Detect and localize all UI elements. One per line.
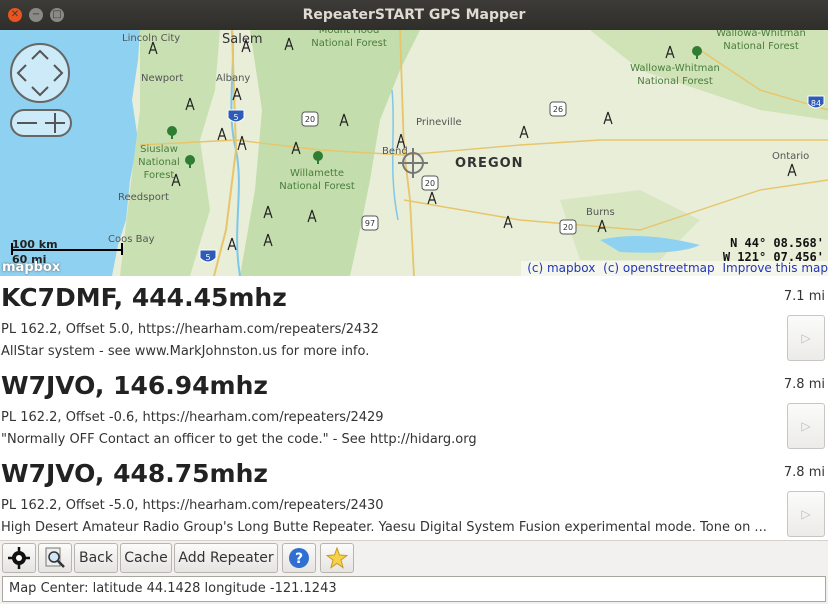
repeater-tower-icon xyxy=(227,237,237,251)
repeater-tower-icon xyxy=(396,133,406,149)
back-button[interactable]: Back xyxy=(74,543,118,573)
highway-shield: 20 xyxy=(301,111,319,127)
cache-button[interactable]: Cache xyxy=(120,543,172,573)
play-icon: ▷ xyxy=(801,507,811,521)
highway-shield: 84 xyxy=(807,95,825,109)
repeater-tower-icon xyxy=(339,113,349,127)
scale-tick xyxy=(121,243,123,255)
highway-shield-label: 5 xyxy=(205,253,210,262)
repeater-tower-icon xyxy=(171,173,181,187)
svg-text:?: ? xyxy=(295,551,303,567)
repeater-distance: 7.8 mi xyxy=(783,465,825,480)
repeater-description: AllStar system - see www.MarkJohnston.us… xyxy=(1,344,370,359)
forest-tree-icon xyxy=(692,46,702,59)
zoom-in-button[interactable] xyxy=(41,111,70,135)
repeater-info: PL 162.2, Offset 5.0, https://hearham.co… xyxy=(1,322,379,337)
repeater-distance: 7.8 mi xyxy=(783,377,825,392)
star-icon xyxy=(326,547,348,569)
repeater-tower-icon xyxy=(241,39,251,53)
repeater-tower-icon xyxy=(232,87,242,101)
repeater-title: W7JVO, 146.94mhz xyxy=(1,371,268,400)
repeater-distance: 7.1 mi xyxy=(783,289,825,304)
mapbox-attribution-link[interactable]: (c) mapbox xyxy=(527,261,595,275)
help-icon: ? xyxy=(289,548,309,568)
highway-shield: 20 xyxy=(559,219,577,235)
forest-tree-icon xyxy=(185,155,195,168)
highway-shield: 5 xyxy=(227,109,245,123)
window-title: RepeaterSTART GPS Mapper xyxy=(302,7,526,23)
repeater-tower-icon xyxy=(519,125,529,139)
play-icon: ▷ xyxy=(801,331,811,345)
repeater-info: PL 162.2, Offset -0.6, https://hearham.c… xyxy=(1,410,384,425)
forest-tree-icon xyxy=(167,126,177,139)
repeater-tower-icon xyxy=(217,127,227,141)
window-titlebar: ✕ − □ RepeaterSTART GPS Mapper xyxy=(0,0,828,30)
crosshair-target-icon xyxy=(8,547,30,569)
map-view[interactable]: Lincoln City Salem Newport Albany Siusla… xyxy=(0,30,828,276)
highway-shield-label: 97 xyxy=(365,219,375,228)
repeater-tower-icon xyxy=(603,111,613,125)
repeater-tower-icon xyxy=(148,41,158,55)
favorite-button[interactable] xyxy=(320,543,354,573)
repeater-tower-icon xyxy=(263,233,273,247)
highway-shield-label: 20 xyxy=(305,115,315,124)
repeater-tower-icon xyxy=(787,163,797,177)
repeater-list[interactable]: KC7DMF, 444.45mhz 7.1 mi PL 162.2, Offse… xyxy=(0,276,828,540)
repeater-title: W7JVO, 448.75mhz xyxy=(1,459,268,488)
map-zoom-control xyxy=(10,109,72,137)
gps-locate-button[interactable] xyxy=(2,543,36,573)
repeater-tower-icon xyxy=(263,205,273,219)
repeater-tower-icon xyxy=(597,219,607,233)
repeater-tower-icon xyxy=(427,191,437,205)
highway-shield-label: 20 xyxy=(563,223,573,232)
plus-icon xyxy=(45,113,65,133)
improve-map-link[interactable]: Improve this map xyxy=(722,261,828,275)
repeater-item[interactable]: W7JVO, 448.75mhz 7.8 mi PL 162.2, Offset… xyxy=(0,452,828,540)
map-attribution: (c) mapbox (c) openstreetmap Improve thi… xyxy=(521,261,828,276)
repeater-tower-icon xyxy=(237,135,247,151)
play-button[interactable]: ▷ xyxy=(787,403,825,449)
map-latitude: N 44° 08.568' xyxy=(730,236,824,250)
play-icon: ▷ xyxy=(801,419,811,433)
map-pan-control[interactable] xyxy=(10,43,70,103)
add-repeater-button[interactable]: Add Repeater xyxy=(174,543,278,573)
osm-attribution-link[interactable]: (c) openstreetmap xyxy=(603,261,714,275)
highway-shield: 97 xyxy=(361,215,379,231)
map-center-status: Map Center: latitude 44.1428 longitude -… xyxy=(2,576,826,602)
repeater-tower-icon xyxy=(185,97,195,111)
forest-tree-icon xyxy=(313,151,323,164)
highway-shield: 20 xyxy=(421,175,439,191)
repeater-item[interactable]: W7JVO, 146.94mhz 7.8 mi PL 162.2, Offset… xyxy=(0,364,828,452)
highway-shield-label: 26 xyxy=(553,105,563,114)
play-button[interactable]: ▷ xyxy=(787,315,825,361)
highway-shield-label: 20 xyxy=(425,179,435,188)
repeater-tower-icon xyxy=(503,215,513,229)
highway-shield-label: 5 xyxy=(233,113,238,122)
repeater-description: High Desert Amateur Radio Group's Long B… xyxy=(1,520,767,535)
map-scale-bar xyxy=(11,249,123,251)
search-button[interactable] xyxy=(38,543,72,573)
repeater-description: "Normally OFF Contact an officer to get … xyxy=(1,432,477,447)
repeater-info: PL 162.2, Offset -5.0, https://hearham.c… xyxy=(1,498,384,513)
minus-icon xyxy=(17,122,37,124)
pan-arrows-icon xyxy=(16,49,64,97)
magnifier-icon xyxy=(45,547,65,568)
play-button[interactable]: ▷ xyxy=(787,491,825,537)
bottom-toolbar: Back Cache Add Repeater ? xyxy=(0,540,828,574)
repeater-item[interactable]: KC7DMF, 444.45mhz 7.1 mi PL 162.2, Offse… xyxy=(0,276,828,364)
highway-shield: 26 xyxy=(549,101,567,117)
map-coordinates: N 44° 08.568' W 121° 07.456' xyxy=(723,236,824,264)
repeater-tower-icon xyxy=(284,37,294,51)
map-center-crosshair-icon xyxy=(398,148,428,178)
help-button[interactable]: ? xyxy=(282,543,316,573)
highway-shield: 5 xyxy=(199,249,217,263)
mapbox-logo: mapbox xyxy=(2,260,61,275)
repeater-tower-icon xyxy=(665,45,675,59)
repeater-tower-icon xyxy=(307,209,317,223)
zoom-out-button[interactable] xyxy=(12,111,41,135)
repeater-tower-icon xyxy=(291,141,301,155)
repeater-title: KC7DMF, 444.45mhz xyxy=(1,283,287,312)
highway-shield-label: 84 xyxy=(811,99,821,108)
